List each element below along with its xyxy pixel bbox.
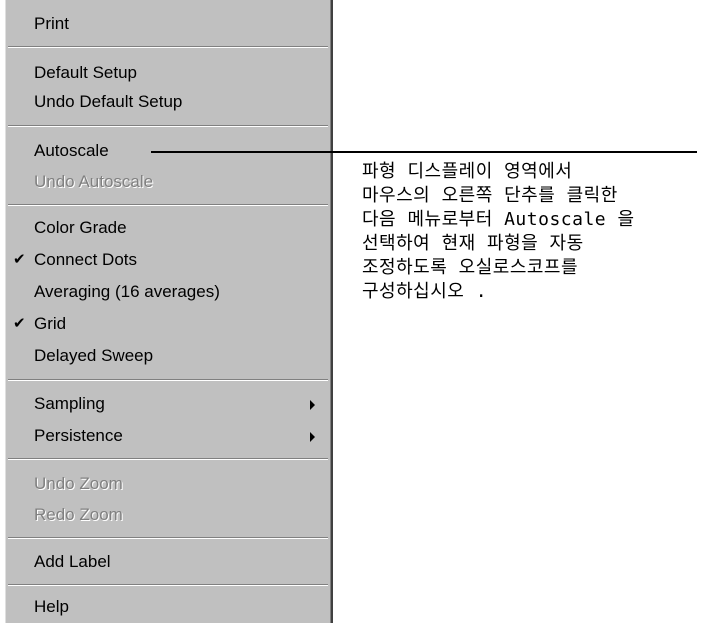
menu-item-undo-zoom: Undo Zoom (5, 468, 331, 500)
menu-separator (8, 537, 328, 539)
menu-item-redo-zoom: Redo Zoom (5, 499, 331, 531)
menu-item-label: Grid (34, 314, 67, 333)
menu-separator (8, 46, 328, 48)
menu-item-undo-default-setup[interactable]: Undo Default Setup (5, 86, 331, 118)
menu-item-label: Print (34, 14, 69, 33)
menu-item-undo-autoscale: Undo Autoscale (5, 166, 331, 198)
menu-separator (8, 458, 328, 460)
menu-item-grid[interactable]: ✔ Grid (5, 308, 331, 340)
menu-item-label: Undo Zoom (34, 474, 123, 493)
callout-pointer-line (151, 151, 697, 153)
callout-line: 다음 메뉴로부터 Autoscale 을 (362, 209, 635, 230)
menu-item-label: Undo Autoscale (34, 172, 154, 191)
menu-item-default-setup[interactable]: Default Setup (5, 57, 331, 89)
menu-item-add-label[interactable]: Add Label (5, 546, 331, 578)
menu-item-connect-dots[interactable]: ✔ Connect Dots (5, 244, 331, 276)
context-menu: Print Default Setup Undo Default Setup A… (4, 0, 333, 623)
menu-item-help[interactable]: Help (5, 591, 331, 623)
menu-item-label: Delayed Sweep (34, 346, 154, 365)
menu-item-persistence[interactable]: Persistence (5, 420, 331, 452)
callout-line: 조정하도록 오실로스코프를 (362, 257, 579, 278)
menu-item-label: Redo Zoom (34, 505, 123, 524)
menu-item-averaging[interactable]: Averaging (16 averages) (5, 276, 331, 308)
callout-line: 파형 디스플레이 영역에서 (362, 161, 573, 182)
menu-item-print[interactable]: Print (5, 8, 331, 40)
menu-separator (8, 125, 328, 127)
callout-line: 마우스의 오른쪽 단추를 클릭한 (362, 185, 618, 206)
menu-separator (8, 379, 328, 381)
menu-item-label: Undo Default Setup (34, 92, 183, 111)
menu-item-color-grade[interactable]: Color Grade (5, 212, 331, 244)
menu-item-label: Add Label (34, 552, 111, 571)
menu-item-label: Persistence (34, 426, 123, 445)
menu-item-delayed-sweep[interactable]: Delayed Sweep (5, 340, 331, 372)
menu-item-label: Averaging (16 averages) (34, 282, 220, 301)
menu-item-label: Color Grade (34, 218, 127, 237)
menu-item-label: Help (34, 597, 69, 616)
callout-line: 선택하여 현재 파형을 자동 (362, 233, 584, 254)
menu-item-label: Autoscale (34, 141, 109, 160)
menu-separator (8, 584, 328, 586)
checkmark-icon: ✔ (13, 315, 26, 332)
callout-line: 구성하십시오 . (362, 281, 488, 302)
submenu-arrow-icon (310, 432, 315, 442)
menu-item-sampling[interactable]: Sampling (5, 388, 331, 420)
menu-item-label: Sampling (34, 394, 105, 413)
menu-separator (8, 204, 328, 206)
callout-text: 파형 디스플레이 영역에서 마우스의 오른쪽 단추를 클릭한 다음 메뉴로부터 … (362, 160, 702, 304)
submenu-arrow-icon (310, 400, 315, 410)
menu-item-label: Connect Dots (34, 250, 137, 269)
checkmark-icon: ✔ (13, 251, 26, 268)
menu-item-label: Default Setup (34, 63, 138, 82)
